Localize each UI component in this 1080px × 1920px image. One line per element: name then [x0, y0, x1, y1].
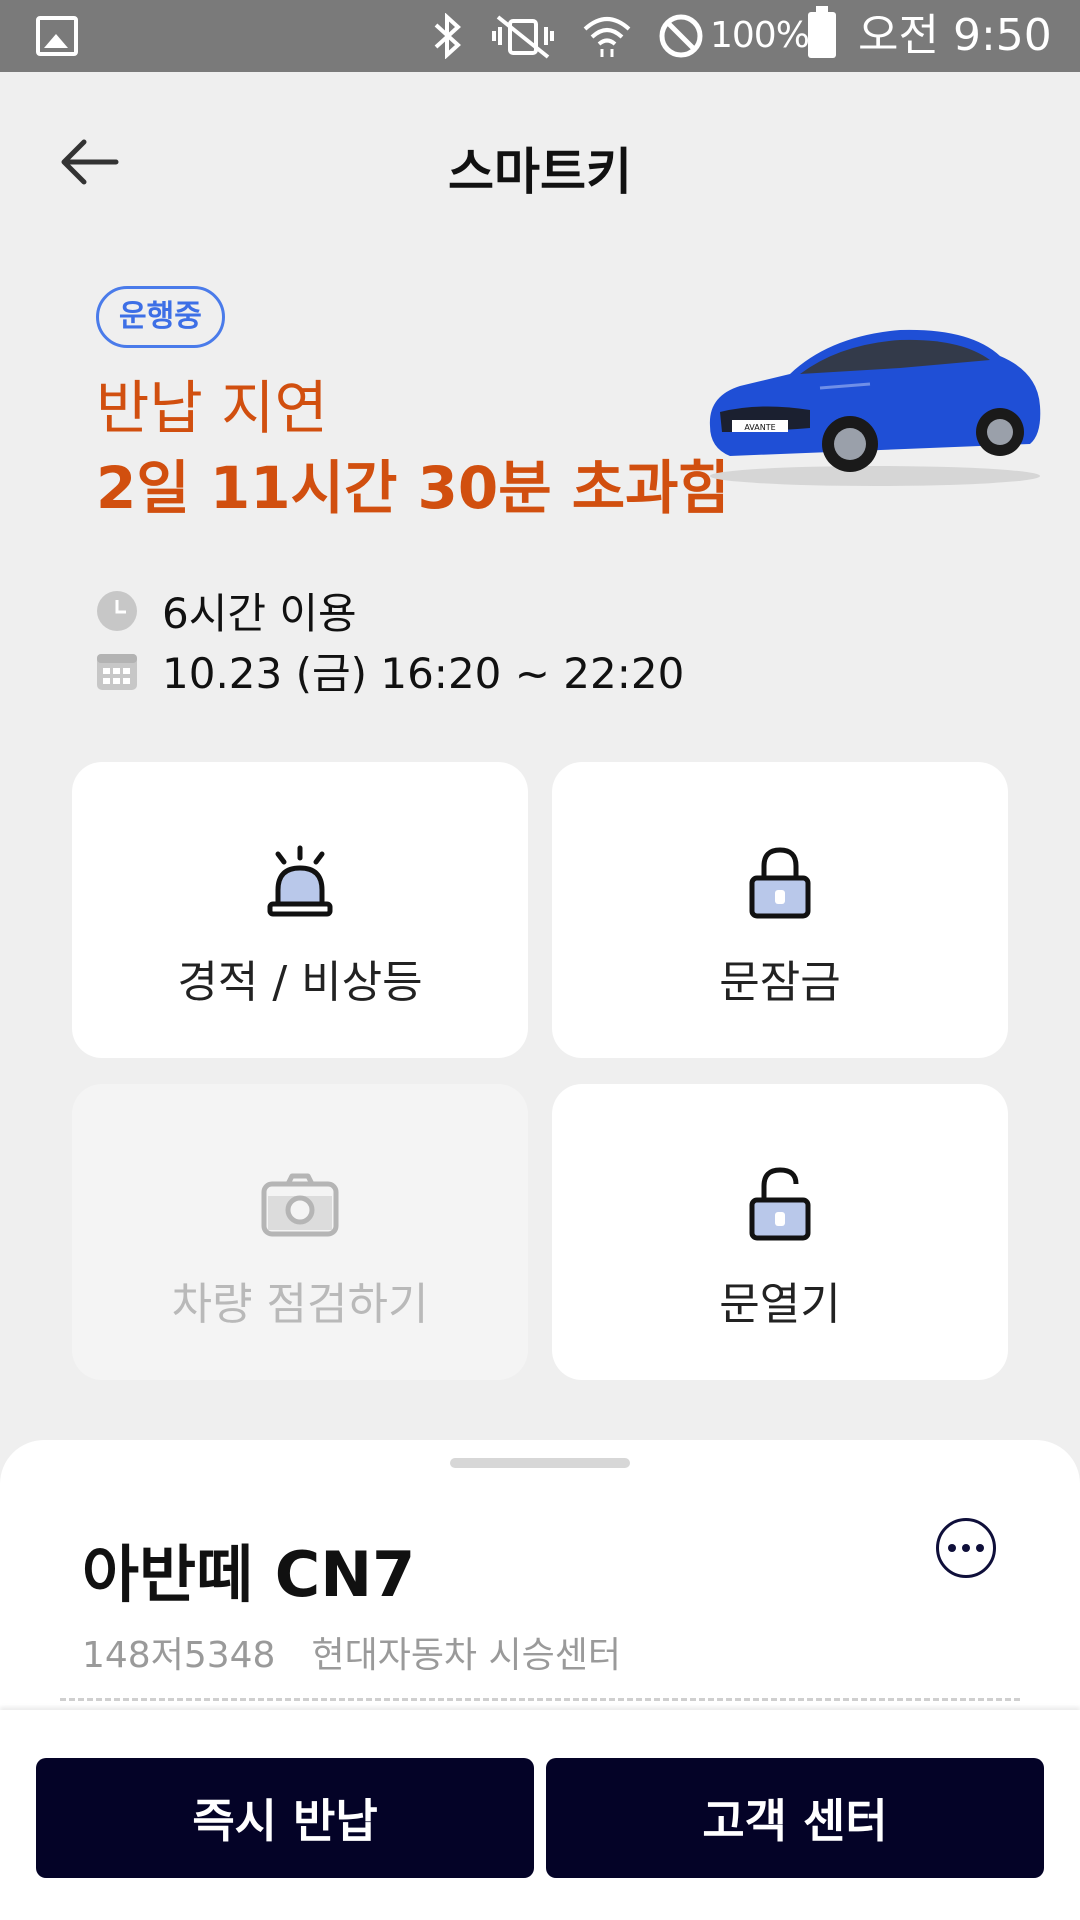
lock-door-label: 문잠금	[719, 957, 841, 1008]
wifi-icon	[583, 17, 631, 57]
horn-hazard-button[interactable]: 경적 / 비상등	[72, 762, 528, 1058]
do-not-disturb-icon	[659, 14, 703, 58]
status-badge: 운행중	[96, 286, 225, 348]
delay-title: 반납 지연	[96, 374, 328, 442]
camera-icon	[261, 1173, 339, 1237]
return-now-button[interactable]: 즉시 반납	[36, 1758, 534, 1878]
usage-duration-row: 6시간 이용	[96, 580, 357, 641]
status-clock: 오전 9:50	[858, 10, 1052, 61]
sheet-drag-handle[interactable]	[450, 1458, 630, 1468]
usage-duration: 6시간 이용	[162, 589, 357, 638]
vehicle-name: 아반떼 CN7	[82, 1538, 416, 1611]
delay-detail: 2일 11시간 30분 초과함	[96, 454, 732, 522]
license-plate: 148저5348	[82, 1635, 276, 1676]
calendar-icon	[97, 653, 137, 690]
bluetooth-icon	[434, 13, 461, 59]
usage-period: 10.23 (금) 16:20 ~ 22:20	[162, 649, 685, 698]
usage-period-row: 10.23 (금) 16:20 ~ 22:20	[96, 640, 684, 701]
battery-icon	[808, 6, 836, 58]
divider	[60, 1698, 1020, 1701]
page-title: 스마트키	[448, 143, 632, 201]
app-header: 스마트키	[0, 72, 1080, 252]
unlock-door-button[interactable]: 문열기	[552, 1084, 1008, 1380]
bottom-action-bar: 즉시 반납 고객 센터	[0, 1710, 1080, 1920]
vibrate-off-icon	[492, 15, 554, 59]
gallery-icon	[36, 16, 78, 56]
lock-icon	[749, 847, 811, 919]
battery-percent: 100%	[710, 15, 810, 56]
more-horizontal-icon[interactable]	[936, 1518, 996, 1578]
car-image: AVANTE	[709, 329, 1041, 486]
vehicle-subinfo: 148저5348 현대자동차 시승센터	[82, 1626, 621, 1678]
rental-location: 현대자동차 시승센터	[311, 1635, 621, 1676]
vehicle-inspection-label: 차량 점검하기	[171, 1279, 429, 1330]
status-bar: 100% 오전 9:50	[0, 0, 1080, 72]
vehicle-inspection-button[interactable]: 차량 점검하기	[72, 1084, 528, 1380]
siren-icon	[267, 845, 333, 917]
car-image-plate: AVANTE	[744, 423, 775, 432]
unlock-icon	[749, 1167, 811, 1241]
clock-icon	[97, 590, 137, 631]
customer-center-button[interactable]: 고객 센터	[546, 1758, 1044, 1878]
unlock-door-label: 문열기	[719, 1279, 841, 1330]
horn-hazard-label: 경적 / 비상등	[177, 957, 423, 1008]
lock-door-button[interactable]: 문잠금	[552, 762, 1008, 1058]
